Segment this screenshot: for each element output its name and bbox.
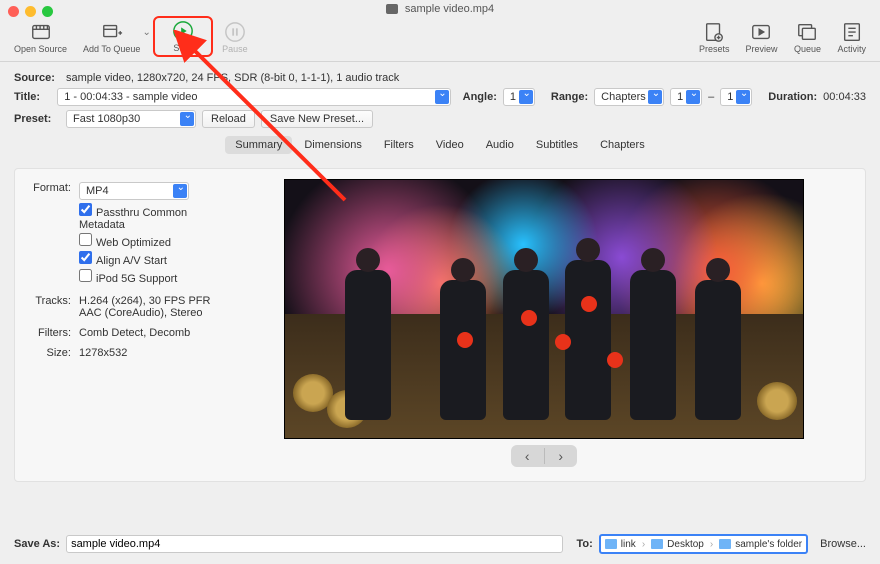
tracks-line1: H.264 (x264), 30 FPS PFR [79, 295, 210, 307]
preset-select[interactable]: Fast 1080p30 [66, 110, 196, 128]
saveas-label: Save As: [14, 538, 60, 550]
open-source-label: Open Source [14, 44, 67, 54]
tab-dimensions[interactable]: Dimensions [294, 136, 371, 154]
pause-label: Pause [222, 44, 248, 54]
minimize-window-icon[interactable] [25, 6, 36, 17]
activity-button[interactable]: Activity [837, 21, 866, 54]
path-seg-3: sample's folder [735, 539, 802, 550]
size-label: Size: [25, 347, 71, 359]
path-seg-1: link [621, 539, 636, 550]
preview-button[interactable]: Preview [745, 21, 777, 54]
check-ipod-box[interactable] [79, 269, 92, 282]
open-source-button[interactable]: Open Source [14, 21, 67, 54]
window-traffic-lights[interactable] [8, 6, 53, 17]
tab-filters[interactable]: Filters [374, 136, 424, 154]
preset-label: Preset: [14, 113, 60, 125]
angle-select[interactable]: 1 [503, 88, 535, 106]
presets-icon [703, 21, 725, 43]
tracks-line2: AAC (CoreAudio), Stereo [79, 307, 210, 319]
folder-icon [605, 539, 617, 549]
toolbar: Open Source Add To Queue ⌄ Start Pause P… [0, 18, 880, 62]
duration-value: 00:04:33 [823, 91, 866, 103]
title-label: Title: [14, 91, 51, 103]
tab-subtitles[interactable]: Subtitles [526, 136, 588, 154]
queue-add-icon [101, 21, 123, 43]
queue-label: Queue [794, 44, 821, 54]
save-row: Save As: To: link › Desktop › sample's f… [0, 534, 880, 554]
check-metadata[interactable]: Passthru Common Metadata [79, 203, 215, 231]
presets-label: Presets [699, 44, 730, 54]
start-label: Start [173, 43, 192, 53]
preview-next-button[interactable]: › [545, 445, 578, 467]
start-button-highlight: Start [153, 16, 213, 57]
queue-icon [796, 21, 818, 43]
format-label: Format: [25, 182, 71, 200]
duration-label: Duration: [768, 91, 817, 103]
folder-icon [651, 539, 663, 549]
check-metadata-box[interactable] [79, 203, 92, 216]
format-select[interactable]: MP4 [79, 182, 189, 200]
range-mode-select[interactable]: Chapters [594, 88, 664, 106]
queue-dropdown-chevron[interactable]: ⌄ [142, 27, 150, 38]
range-from-select[interactable]: 1 [670, 88, 702, 106]
add-to-queue-button[interactable]: Add To Queue [83, 21, 140, 54]
play-icon [172, 20, 194, 42]
check-ipod[interactable]: iPod 5G Support [79, 269, 215, 285]
tab-summary[interactable]: Summary [225, 136, 292, 154]
destination-path[interactable]: link › Desktop › sample's folder [599, 534, 808, 554]
video-preview [284, 179, 804, 439]
range-label: Range: [551, 91, 588, 103]
activity-icon [841, 21, 863, 43]
preview-nav: ‹ › [511, 445, 577, 467]
source-value: sample video, 1280x720, 24 FPS, SDR (8-b… [66, 72, 399, 84]
reload-button[interactable]: Reload [202, 110, 255, 128]
source-label: Source: [14, 72, 60, 84]
save-new-preset-button[interactable]: Save New Preset... [261, 110, 373, 128]
presets-button[interactable]: Presets [699, 21, 730, 54]
size-value: 1278x532 [79, 347, 127, 359]
window-title-text: sample video.mp4 [405, 3, 494, 15]
path-seg-2: Desktop [667, 539, 704, 550]
check-align-box[interactable] [79, 251, 92, 264]
check-web-box[interactable] [79, 233, 92, 246]
start-button[interactable]: Start [169, 20, 197, 53]
film-icon [30, 21, 52, 43]
filters-value: Comb Detect, Decomb [79, 327, 190, 339]
preview-prev-button[interactable]: ‹ [511, 445, 544, 467]
tracks-label: Tracks: [25, 295, 71, 319]
close-window-icon[interactable] [8, 6, 19, 17]
summary-panel: Format: MP4 Passthru Common Metadata Web… [14, 168, 866, 482]
pause-button: Pause [221, 21, 249, 54]
fullscreen-window-icon[interactable] [42, 6, 53, 17]
title-select[interactable]: 1 - 00:04:33 - sample video [57, 88, 450, 106]
pause-icon [224, 21, 246, 43]
add-queue-label: Add To Queue [83, 44, 140, 54]
video-file-icon [386, 4, 398, 14]
check-align[interactable]: Align A/V Start [79, 251, 215, 267]
preview-label: Preview [745, 44, 777, 54]
activity-label: Activity [837, 44, 866, 54]
range-to-select[interactable]: 1 [720, 88, 752, 106]
angle-label: Angle: [463, 91, 497, 103]
queue-button[interactable]: Queue [793, 21, 821, 54]
tab-chapters[interactable]: Chapters [590, 136, 655, 154]
tab-video[interactable]: Video [426, 136, 474, 154]
tab-audio[interactable]: Audio [476, 136, 524, 154]
chevron-right-icon: › [642, 539, 645, 550]
filters-label: Filters: [25, 327, 71, 339]
range-dash: – [708, 91, 714, 103]
saveas-input[interactable] [66, 535, 562, 553]
check-web[interactable]: Web Optimized [79, 233, 215, 249]
window-title: sample video.mp4 [0, 0, 880, 18]
preview-icon [750, 21, 772, 43]
tab-bar: Summary Dimensions Filters Video Audio S… [14, 136, 866, 154]
browse-button[interactable]: Browse... [820, 538, 866, 550]
chevron-right-icon: › [710, 539, 713, 550]
folder-icon [719, 539, 731, 549]
to-label: To: [577, 538, 593, 550]
